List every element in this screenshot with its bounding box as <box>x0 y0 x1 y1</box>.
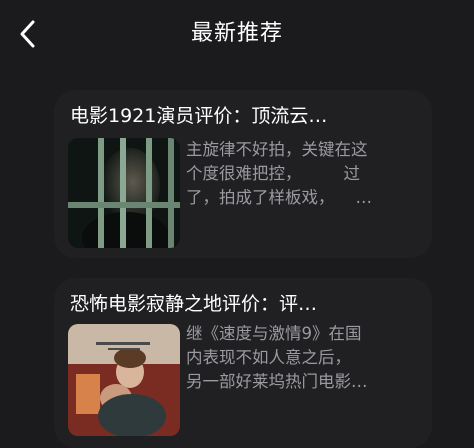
article-title: 恐怖电影寂静之地评价：评… <box>70 293 318 315</box>
summary-line: 了，拍成了样板戏， … <box>186 188 372 207</box>
article-card[interactable]: 电影1921演员评价：顶流云… 主旋律不好拍，关键在这 个度很难把控， 过 了，… <box>54 90 432 258</box>
article-thumbnail <box>68 138 180 248</box>
article-summary: 继《速度与激情9》在国 内表现不如人意之后， 另一部好莱坞热门电影… <box>186 322 398 394</box>
article-summary: 主旋律不好拍，关键在这 个度很难把控， 过 了，拍成了样板戏， … <box>186 138 398 210</box>
article-card[interactable]: 恐怖电影寂静之地评价：评… 继《速度与激情9》在国 内表现不如人意之后， 另一部… <box>54 278 432 448</box>
summary-line: 个度很难把控， 过 <box>186 164 360 183</box>
article-thumbnail <box>68 324 180 436</box>
movie-poster-image <box>68 324 180 436</box>
page-title: 最新推荐 <box>190 21 283 46</box>
summary-line: 主旋律不好拍，关键在这 <box>186 140 368 159</box>
prison-bars-man-image <box>68 138 180 248</box>
summary-line: 内表现不如人意之后， <box>186 348 351 367</box>
article-title: 电影1921演员评价：顶流云… <box>70 105 328 127</box>
header-bar: 最新推荐 <box>0 0 474 70</box>
summary-line: 继《速度与激情9》在国 <box>186 324 362 343</box>
summary-line: 另一部好莱坞热门电影… <box>186 372 368 391</box>
